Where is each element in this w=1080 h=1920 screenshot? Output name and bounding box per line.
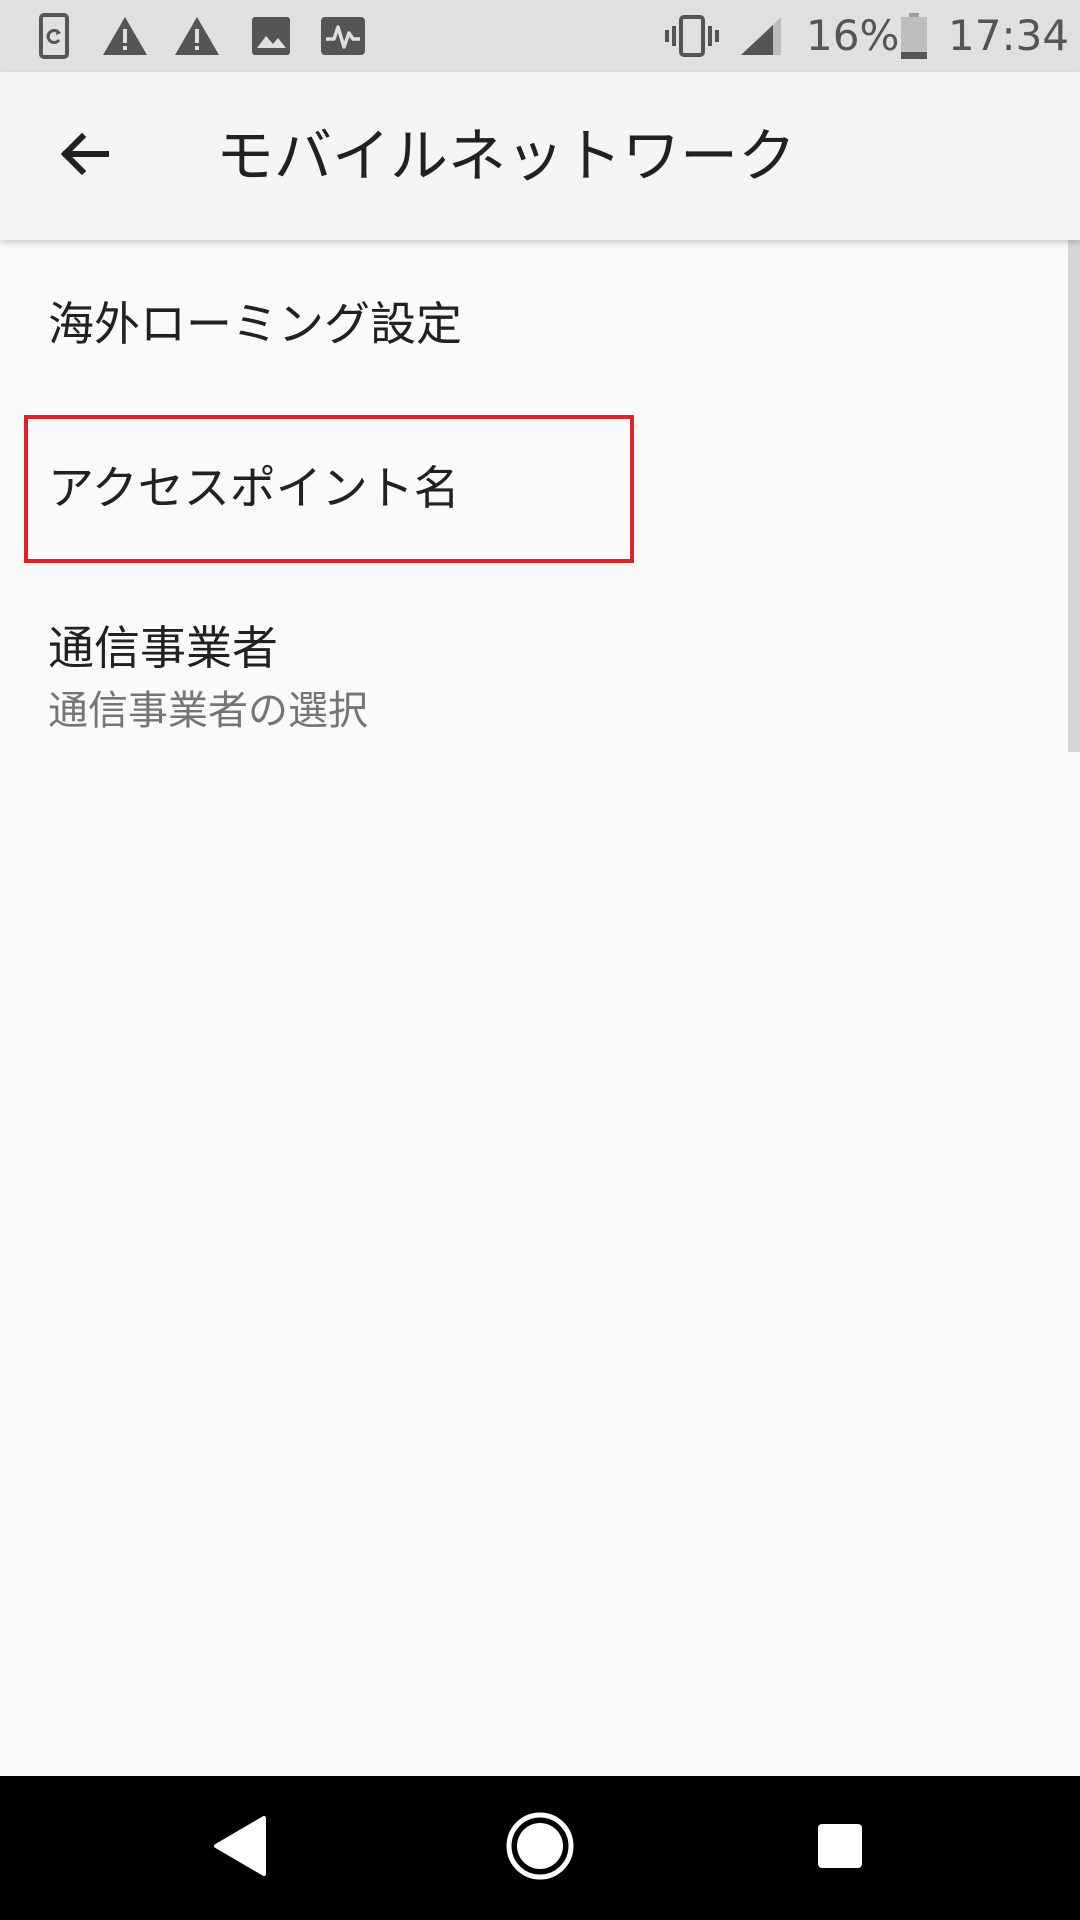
recents-button[interactable] — [792, 1800, 888, 1896]
screen: 16% 17:34 モバイルネットワーク 海外ローミング設定 アクセスポイント名… — [0, 0, 1080, 1920]
vibrate-icon — [664, 12, 720, 60]
navigation-bar — [0, 1776, 1080, 1920]
list-item-title: 通信事業者 — [48, 621, 278, 675]
warning-icon — [100, 12, 150, 60]
pulse-icon — [318, 12, 368, 60]
warning-icon — [172, 12, 222, 60]
home-icon — [505, 1811, 575, 1885]
status-bar: 16% 17:34 — [0, 0, 1080, 72]
arrow-back-icon — [56, 126, 112, 186]
nav-back-button[interactable] — [192, 1800, 288, 1896]
list-item-summary: 通信事業者の選択 — [48, 688, 368, 734]
sync-phone-icon — [36, 12, 72, 60]
battery-icon — [896, 12, 932, 60]
scrollbar[interactable] — [1068, 240, 1080, 752]
list-item-access-point-names[interactable]: アクセスポイント名 — [0, 400, 1068, 560]
page-title: モバイルネットワーク — [216, 122, 797, 190]
list-item-title: 海外ローミング設定 — [48, 297, 462, 351]
clock: 17:34 — [948, 11, 1070, 60]
app-bar: モバイルネットワーク — [0, 72, 1080, 240]
back-button[interactable] — [36, 108, 132, 204]
nav-back-icon — [210, 1814, 270, 1882]
battery-percent: 16% — [806, 11, 900, 60]
list-item-network-operators[interactable]: 通信事業者 通信事業者の選択 — [0, 560, 1068, 750]
home-button[interactable] — [492, 1800, 588, 1896]
list-item-title: アクセスポイント名 — [48, 461, 460, 515]
recents-icon — [816, 1822, 864, 1874]
signal-icon — [738, 12, 784, 60]
list-item-roaming-settings[interactable]: 海外ローミング設定 — [0, 240, 1068, 400]
image-icon — [248, 12, 294, 60]
